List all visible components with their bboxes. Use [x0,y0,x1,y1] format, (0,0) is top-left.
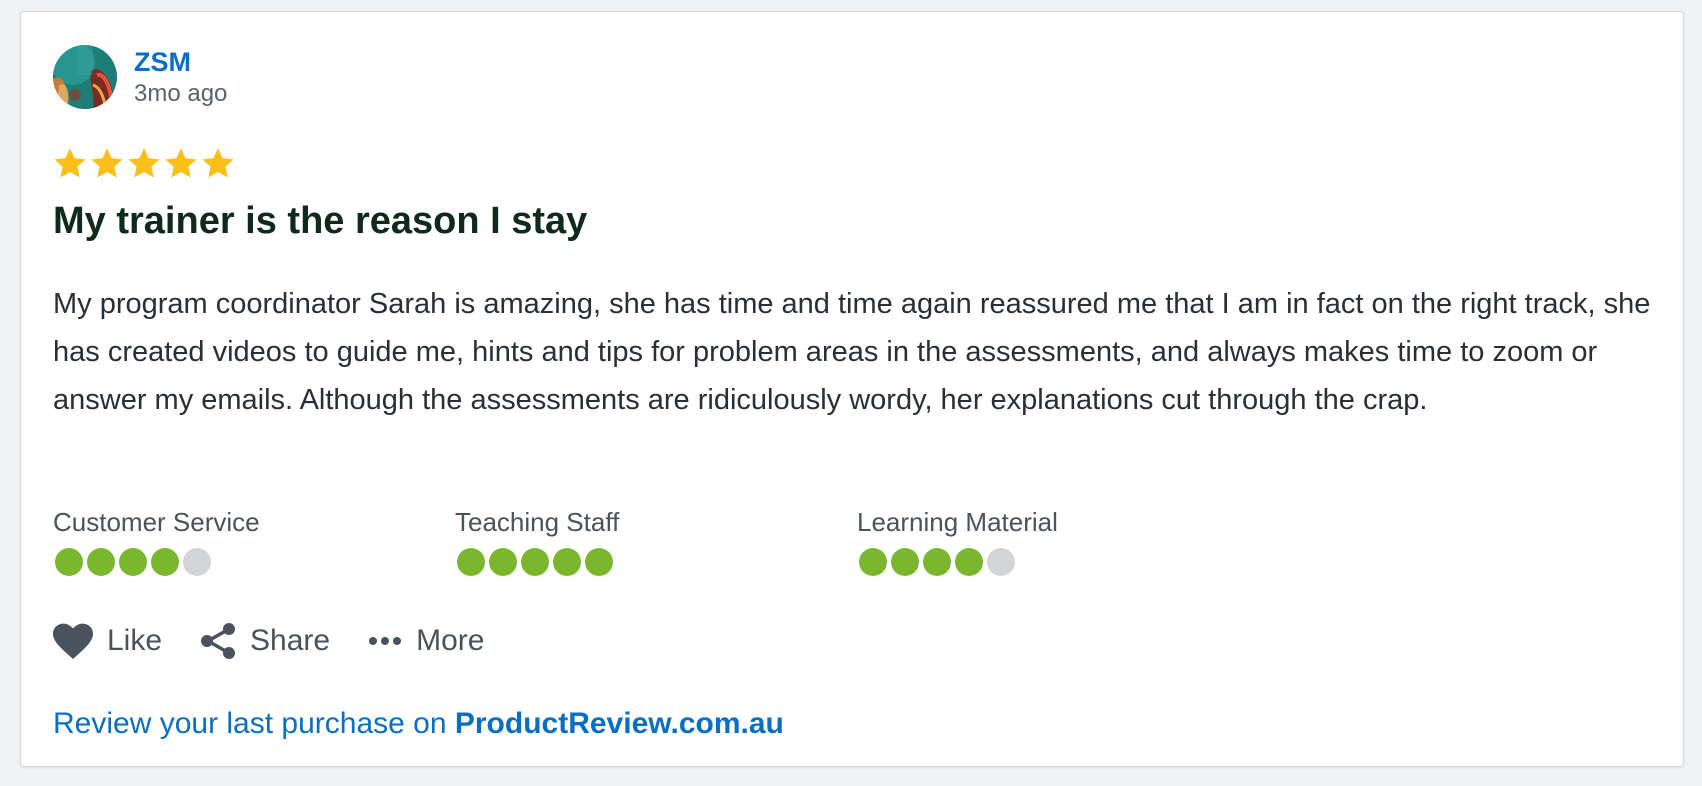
star-icon [54,148,86,178]
like-button[interactable]: Like [53,621,162,661]
rating-label: Customer Service [53,507,260,537]
sub-ratings: Customer Service Teaching Staff Learning M… [53,506,1259,576]
rating-group: Learning Material [857,506,1259,576]
like-label: Like [107,624,163,657]
rating-dot-filled [457,548,485,576]
rating-dot-filled [923,548,951,576]
share-button[interactable]: Share [200,621,330,661]
rating-dot-filled [489,548,517,576]
rating-dot-empty [183,548,211,576]
share-label: Share [250,624,331,657]
star-rating [52,146,236,182]
rating-dot-filled [151,548,179,576]
more-button[interactable]: More [368,621,484,661]
avatar[interactable] [53,45,117,109]
footer-prefix: Review your last purchase on [53,707,455,740]
rating-label: Learning Material [857,507,1058,537]
rating-dot-filled [859,548,887,576]
rating-dot-filled [891,548,919,576]
rating-group: Customer Service [53,506,455,576]
avatar-image [53,45,117,109]
review-body: My program coordinator Sarah is amazing,… [53,288,1651,416]
rating-dots [55,548,455,576]
star-icon [128,148,160,178]
rating-dots [859,548,1259,576]
star-icon [165,148,197,178]
review-timestamp: 3mo ago [134,79,228,107]
star-icon [202,148,234,178]
review-title: My trainer is the reason I stay [53,200,588,242]
review-actions: Like Share More [53,621,522,661]
rating-dots [457,548,857,576]
user-meta: ZSM 3mo ago [134,46,227,109]
rating-dot-filled [553,548,581,576]
heart-icon [53,623,93,659]
review-card: ZSM 3mo ago My trainer is the reason I s… [20,11,1684,767]
rating-dot-filled [585,548,613,576]
rating-dot-filled [119,548,147,576]
rating-group: Teaching Staff [455,506,857,576]
rating-dot-filled [55,548,83,576]
rating-dot-empty [987,548,1015,576]
rating-dot-filled [87,548,115,576]
star-icon [91,148,123,178]
productreview-link[interactable]: Review your last purchase on ProductRevi… [53,704,784,744]
share-icon [200,622,236,660]
author-name[interactable]: ZSM [134,46,227,78]
rating-dot-filled [521,548,549,576]
review-header: ZSM 3mo ago [53,45,227,109]
more-dots-icon [368,636,402,646]
footer-brand: ProductReview.com.au [454,707,784,740]
rating-label: Teaching Staff [455,507,620,537]
rating-dot-filled [955,548,983,576]
more-label: More [416,624,485,657]
